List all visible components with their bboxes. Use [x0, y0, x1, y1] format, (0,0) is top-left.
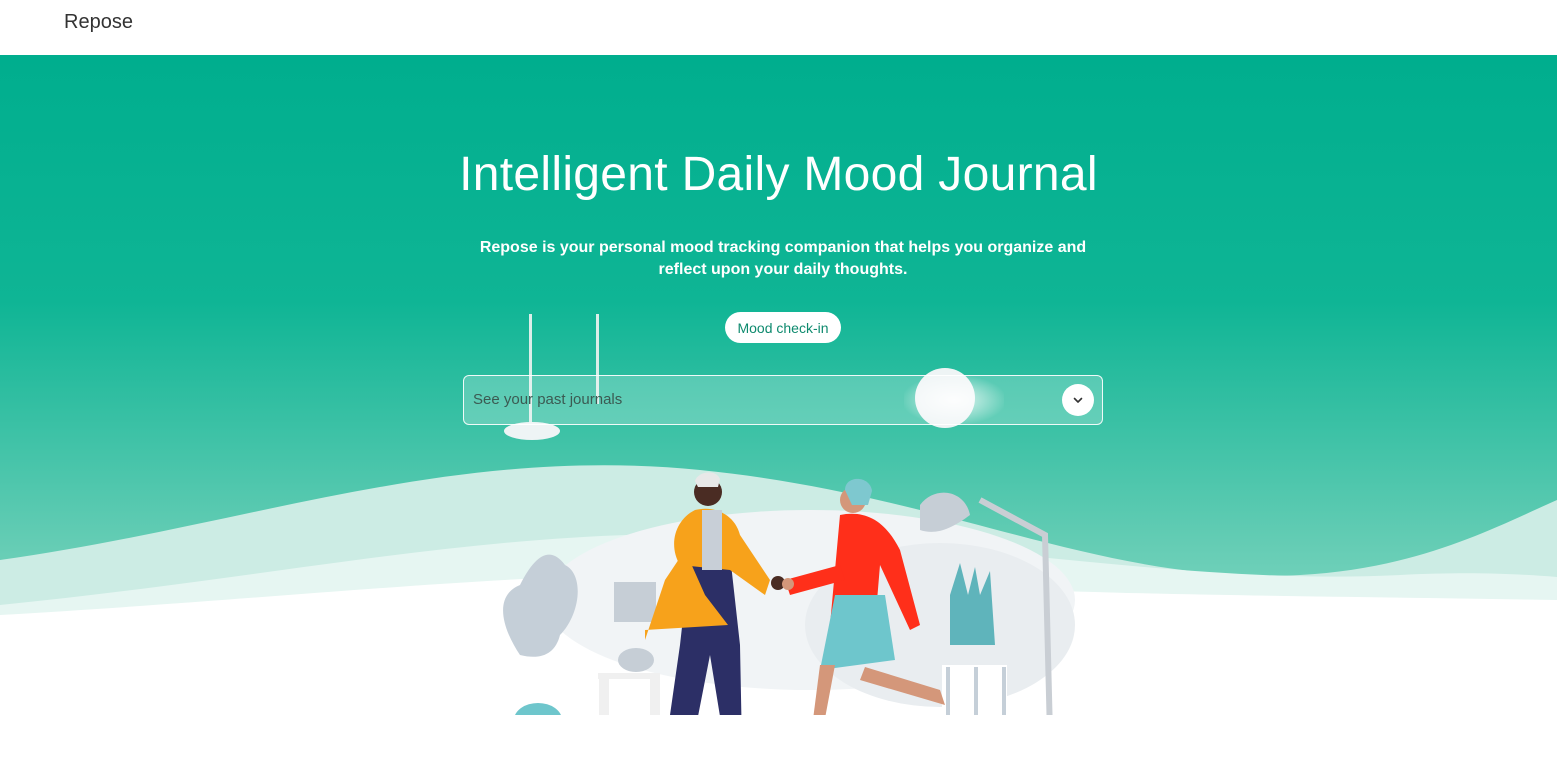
- past-journals-dropdown[interactable]: See your past journals: [463, 375, 1103, 425]
- brand-logo[interactable]: Repose: [64, 11, 133, 34]
- hero-subtitle: Repose is your personal mood tracking co…: [479, 239, 1087, 278]
- page-title: Intelligent Daily Mood Journal: [459, 148, 1098, 201]
- past-journals-placeholder: See your past journals: [473, 391, 623, 408]
- navbar: Repose: [0, 0, 1557, 55]
- select-highlight: [904, 376, 1004, 424]
- mood-checkin-button[interactable]: Mood check-in: [725, 312, 841, 343]
- dropdown-toggle-button[interactable]: [1062, 384, 1094, 416]
- couple-illustration: [503, 314, 1075, 715]
- chevron-down-icon: [1073, 397, 1083, 403]
- hero-section: Intelligent Daily Mood Journal Repose is…: [0, 55, 1557, 761]
